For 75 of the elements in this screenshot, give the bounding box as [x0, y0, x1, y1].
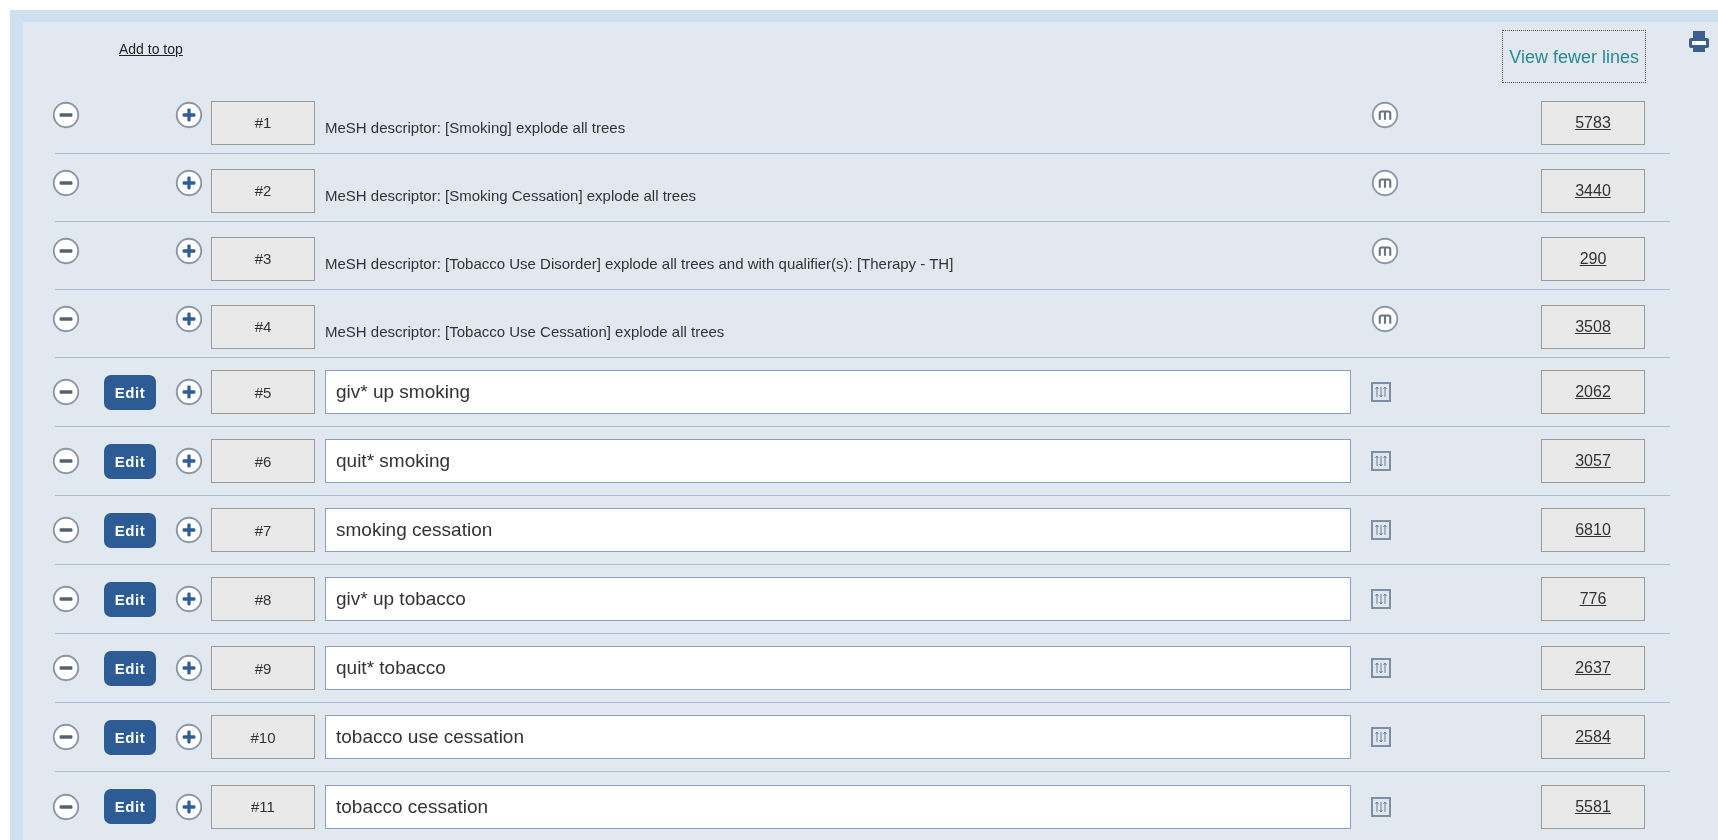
remove-icon[interactable]	[52, 585, 80, 613]
result-count-link[interactable]: 290	[1541, 236, 1645, 281]
line-number: #6	[211, 439, 315, 483]
remove-icon[interactable]	[52, 378, 80, 406]
print-icon[interactable]	[1688, 30, 1710, 54]
add-icon[interactable]	[175, 723, 203, 751]
limits-icon[interactable]	[1371, 451, 1391, 471]
mesh-icon[interactable]	[1371, 236, 1399, 265]
search-field[interactable]: giv* up tobacco	[325, 577, 1351, 621]
line-number: #5	[211, 370, 315, 414]
result-count-link[interactable]: 2584	[1541, 715, 1645, 759]
result-count-link[interactable]: 6810	[1541, 508, 1645, 552]
add-icon[interactable]	[175, 100, 203, 129]
result-count-link[interactable]: 2062	[1541, 370, 1645, 414]
add-icon[interactable]	[175, 304, 203, 333]
mesh-icon[interactable]	[1371, 168, 1399, 197]
add-icon[interactable]	[175, 792, 203, 821]
edit-button[interactable]: Edit	[103, 789, 157, 824]
limits-icon[interactable]	[1371, 727, 1391, 747]
add-to-top-link[interactable]: Add to top	[119, 41, 183, 57]
line-number: #10	[211, 715, 315, 759]
add-icon[interactable]	[175, 585, 203, 613]
limits-icon[interactable]	[1371, 796, 1391, 817]
edit-button[interactable]: Edit	[103, 512, 157, 548]
remove-icon[interactable]	[52, 236, 80, 265]
result-count-link[interactable]: 3057	[1541, 439, 1645, 483]
edit-button[interactable]: Edit	[103, 650, 157, 686]
mesh-icon[interactable]	[1371, 304, 1399, 333]
add-icon[interactable]	[175, 236, 203, 265]
edit-button[interactable]: Edit	[103, 581, 157, 617]
limits-icon[interactable]	[1371, 382, 1391, 402]
line-number: #1	[211, 100, 315, 145]
line-number: #3	[211, 236, 315, 281]
line-number: #4	[211, 304, 315, 349]
edit-button[interactable]: Edit	[103, 719, 157, 755]
search-field[interactable]: quit* tobacco	[325, 646, 1351, 690]
line-number: #11	[211, 784, 315, 829]
result-count-link[interactable]: 5581	[1541, 784, 1645, 829]
limits-icon[interactable]	[1371, 589, 1391, 609]
search-field[interactable]: quit* smoking	[325, 439, 1351, 483]
search-field[interactable]: tobacco cessation	[325, 784, 1351, 829]
search-field[interactable]: smoking cessation	[325, 508, 1351, 552]
search-field[interactable]: giv* up smoking	[325, 370, 1351, 414]
remove-icon[interactable]	[52, 723, 80, 751]
add-icon[interactable]	[175, 447, 203, 475]
remove-icon[interactable]	[52, 654, 80, 682]
line-number: #9	[211, 646, 315, 690]
mesh-description: MeSH descriptor: [Smoking] explode all trees	[325, 119, 627, 136]
add-icon[interactable]	[175, 378, 203, 406]
remove-icon[interactable]	[52, 304, 80, 333]
add-icon[interactable]	[175, 654, 203, 682]
mesh-description: MeSH descriptor: [Tobacco Use Disorder] explode all trees and with qualifier(s): [Therapy - TH]	[325, 255, 955, 272]
result-count-link[interactable]: 2637	[1541, 646, 1645, 690]
remove-icon[interactable]	[52, 792, 80, 821]
result-count-link[interactable]: 3440	[1541, 168, 1645, 213]
mesh-icon[interactable]	[1371, 100, 1399, 129]
line-number: #2	[211, 168, 315, 213]
limits-icon[interactable]	[1371, 520, 1391, 540]
line-number: #7	[211, 508, 315, 552]
result-count-link[interactable]: 3508	[1541, 304, 1645, 349]
limits-icon[interactable]	[1371, 658, 1391, 678]
mesh-description: MeSH descriptor: [Tobacco Use Cessation] explode all trees	[325, 323, 726, 340]
result-count-link[interactable]: 776	[1541, 577, 1645, 621]
search-field[interactable]: tobacco use cessation	[325, 715, 1351, 759]
edit-button[interactable]: Edit	[103, 374, 157, 410]
remove-icon[interactable]	[52, 168, 80, 197]
mesh-description: MeSH descriptor: [Smoking Cessation] explode all trees	[325, 187, 697, 204]
line-number: #8	[211, 577, 315, 621]
remove-icon[interactable]	[52, 447, 80, 475]
add-icon[interactable]	[175, 516, 203, 544]
remove-icon[interactable]	[52, 100, 80, 129]
edit-button[interactable]: Edit	[103, 443, 157, 479]
remove-icon[interactable]	[52, 516, 80, 544]
add-icon[interactable]	[175, 168, 203, 197]
result-count-link[interactable]: 5783	[1541, 100, 1645, 145]
